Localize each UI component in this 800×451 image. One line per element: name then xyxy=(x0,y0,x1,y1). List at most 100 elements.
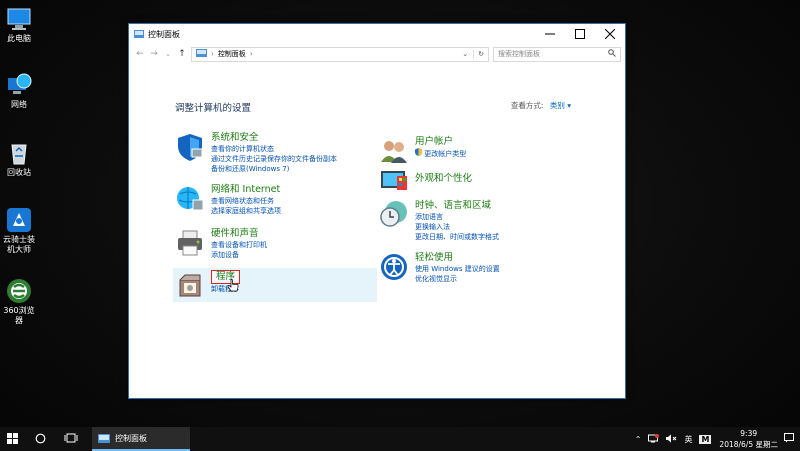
view-by: 查看方式: 类别 ▾ xyxy=(511,100,571,111)
computer-icon xyxy=(6,6,32,32)
link-change-date-format[interactable]: 更改日期、时间或数字格式 xyxy=(415,232,499,242)
category-title[interactable]: 轻松使用 xyxy=(415,252,500,264)
taskbar-app-control-panel[interactable]: 控制面板 xyxy=(92,427,190,451)
knight-app-icon xyxy=(6,207,32,233)
desktop-icon-recycle-bin[interactable]: 回收站 xyxy=(0,140,38,178)
link-change-input-method[interactable]: 更换输入法 xyxy=(415,222,499,232)
task-view-button[interactable] xyxy=(56,427,86,451)
category-title[interactable]: 外观和个性化 xyxy=(415,173,472,185)
start-button[interactable] xyxy=(0,427,24,451)
link-recommended-settings[interactable]: 使用 Windows 建议的设置 xyxy=(415,264,500,274)
category-title[interactable]: 时钟、语言和区域 xyxy=(415,200,499,212)
link-network-status[interactable]: 查看网络状态和任务 xyxy=(211,196,281,206)
search-input[interactable]: 搜索控制面板 xyxy=(498,49,540,59)
category-user-accounts: 用户帐户 更改帐户类型 xyxy=(379,136,466,166)
link-optimize-display[interactable]: 优化视觉显示 xyxy=(415,274,500,284)
category-clock-language-region: 时钟、语言和区域 添加语言 更换输入法 更改日期、时间或数字格式 xyxy=(379,200,499,242)
back-arrow-icon[interactable]: ← xyxy=(133,49,147,59)
system-tray: ⌃ 英 M 9:39 2018/6/5 星期二 xyxy=(628,427,794,451)
clock-globe-icon[interactable] xyxy=(379,200,409,230)
category-ease-of-access: 轻松使用 使用 Windows 建议的设置 优化视觉显示 xyxy=(379,252,500,284)
category-programs[interactable]: 程序 卸载程序 xyxy=(173,268,377,302)
desktop-icon-this-pc[interactable]: 此电脑 xyxy=(0,6,38,44)
category-title[interactable]: 网络和 Internet xyxy=(211,184,281,196)
control-panel-content: 调整计算机的设置 查看方式: 类别 ▾ 系统和安全 查看你的计算机状态 通过文件… xyxy=(129,64,625,398)
maximize-button[interactable] xyxy=(565,24,595,44)
close-button[interactable] xyxy=(595,24,625,44)
desktop-icon-label: 回收站 xyxy=(7,168,31,177)
desktop-icon-yunqishi[interactable]: 云骑士装机大师 xyxy=(0,207,38,255)
link-add-language[interactable]: 添加语言 xyxy=(415,212,499,222)
search-box[interactable]: 搜索控制面板 xyxy=(493,46,621,62)
taskbar-clock[interactable]: 9:39 2018/6/5 星期二 xyxy=(719,428,778,450)
desktop-icon-360-browser[interactable]: 360浏览器 xyxy=(0,278,38,326)
view-by-dropdown[interactable]: 类别 ▾ xyxy=(550,101,571,110)
language-indicator[interactable]: 英 xyxy=(684,434,692,445)
breadcrumb-control-panel[interactable]: 控制面板 xyxy=(218,49,246,59)
clock-time: 9:39 xyxy=(740,429,758,438)
category-appearance: 外观和个性化 xyxy=(379,166,472,196)
shield-icon[interactable] xyxy=(175,132,205,162)
window-title: 控制面板 xyxy=(148,29,180,39)
desktop-icon-label: 360浏览器 xyxy=(3,306,35,325)
users-icon[interactable] xyxy=(379,136,409,166)
address-bar[interactable]: › 控制面板 › ⌄ ↻ xyxy=(191,46,489,62)
category-title[interactable]: 系统和安全 xyxy=(211,132,337,144)
programs-box-icon[interactable] xyxy=(175,270,205,300)
refresh-icon[interactable]: ↻ xyxy=(473,50,484,58)
cortana-circle-icon xyxy=(35,433,46,446)
link-devices-printers[interactable]: 查看设备和打印机 xyxy=(211,240,267,250)
desktop-icon-network[interactable]: 网络 xyxy=(0,72,38,110)
forward-arrow-icon[interactable]: → xyxy=(147,49,161,59)
hand-cursor-icon xyxy=(227,278,239,297)
link-backup-restore[interactable]: 备份和还原(Windows 7) xyxy=(211,164,337,174)
control-panel-icon xyxy=(98,433,110,443)
category-title[interactable]: 用户帐户 xyxy=(415,136,466,148)
desktop-icon-label: 此电脑 xyxy=(7,34,31,43)
control-panel-window: 控制面板 ← → ⌄ ↑ › 控制面板 › ⌄ ↻ 搜索控制面板 调整计算机的设… xyxy=(128,23,626,399)
search-cortana-button[interactable] xyxy=(24,427,56,451)
printer-icon[interactable] xyxy=(175,228,205,258)
taskbar: 控制面板 ⌃ 英 M 9:39 2018/6/5 星期二 xyxy=(0,427,800,451)
network-disconnected-icon[interactable] xyxy=(648,433,660,445)
address-row: ← → ⌄ ↑ › 控制面板 › ⌄ ↻ 搜索控制面板 xyxy=(129,44,625,64)
task-view-icon xyxy=(64,433,78,445)
clock-date: 2018/6/5 星期二 xyxy=(719,440,778,449)
desktop-icon-label: 网络 xyxy=(11,100,27,109)
category-title[interactable]: 硬件和声音 xyxy=(211,228,267,240)
recent-dropdown-icon[interactable]: ⌄ xyxy=(161,50,175,58)
minimize-button[interactable] xyxy=(535,24,565,44)
ease-of-access-icon[interactable] xyxy=(379,252,409,282)
notification-icon[interactable] xyxy=(784,433,794,445)
network-globe-icon[interactable] xyxy=(175,184,205,214)
control-panel-icon xyxy=(134,30,144,38)
link-view-status[interactable]: 查看你的计算机状态 xyxy=(211,144,337,154)
category-hardware-sound: 硬件和声音 查看设备和打印机 添加设备 xyxy=(175,228,267,260)
windows-logo-icon xyxy=(6,432,18,446)
browser-e-icon xyxy=(6,278,32,304)
breadcrumb-separator: › xyxy=(211,50,214,58)
breadcrumb-separator[interactable]: › xyxy=(250,50,253,58)
ime-indicator[interactable]: M xyxy=(699,434,712,444)
page-title: 调整计算机的设置 xyxy=(175,103,252,114)
up-arrow-icon[interactable]: ↑ xyxy=(175,49,189,59)
category-network-internet: 网络和 Internet 查看网络状态和任务 选择家庭组和共享选项 xyxy=(175,184,281,216)
recycle-bin-icon xyxy=(6,140,32,166)
link-add-device[interactable]: 添加设备 xyxy=(211,250,267,260)
tray-chevron-up-icon[interactable]: ⌃ xyxy=(635,435,642,444)
view-by-label: 查看方式: xyxy=(510,101,544,110)
link-change-account-type[interactable]: 更改帐户类型 xyxy=(415,148,466,159)
network-globe-icon xyxy=(6,72,32,98)
taskbar-app-label: 控制面板 xyxy=(115,433,147,443)
search-icon[interactable] xyxy=(608,49,616,59)
link-homegroup[interactable]: 选择家庭组和共享选项 xyxy=(211,206,281,216)
desktop-icon-label: 云骑士装机大师 xyxy=(3,235,35,254)
uac-shield-icon xyxy=(415,148,422,158)
volume-muted-icon[interactable] xyxy=(666,434,677,445)
address-dropdown-icon[interactable]: ⌄ xyxy=(462,50,468,58)
monitor-palette-icon[interactable] xyxy=(379,166,409,196)
category-system-security: 系统和安全 查看你的计算机状态 通过文件历史记录保存你的文件备份副本 备份和还原… xyxy=(175,132,337,174)
title-bar[interactable]: 控制面板 xyxy=(129,24,625,44)
link-file-history[interactable]: 通过文件历史记录保存你的文件备份副本 xyxy=(211,154,337,164)
control-panel-small-icon xyxy=(196,49,207,59)
